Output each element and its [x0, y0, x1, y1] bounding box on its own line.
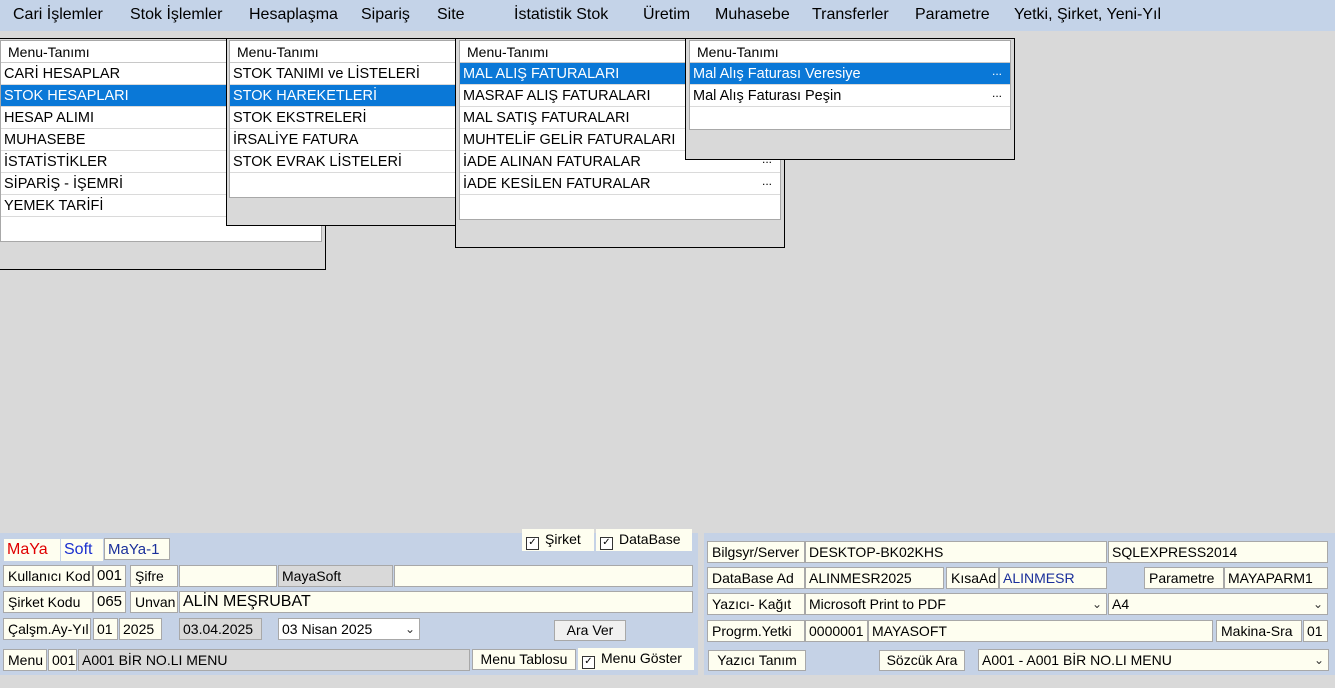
menu-transferler[interactable]: Transferler — [812, 6, 889, 24]
menu-row-iade-kesilen-faturalar[interactable]: İADE KESİLEN FATURALAR... — [460, 173, 780, 195]
checkbox-label: DataBase — [619, 531, 681, 547]
chevron-down-icon: ⌄ — [1313, 653, 1324, 667]
server-field[interactable]: DESKTOP-BK02KHS — [805, 541, 1107, 563]
menu-row-irsaliye-fatura[interactable]: İRSALİYE FATURA — [230, 129, 456, 151]
menu-row-stok-evrak-listeleri[interactable]: STOK EVRAK LİSTELERİ — [230, 151, 456, 173]
checkbox-label: Şirket — [545, 531, 581, 547]
chevron-down-icon: ⌄ — [404, 622, 415, 636]
server-label: Bilgsyr/Server — [707, 541, 805, 563]
menu-panel-4: Menu-Tanımı Mal Alış Faturası Veresiye..… — [685, 38, 1015, 160]
menu-site[interactable]: Site — [437, 6, 465, 24]
sirket-kodu-label: Şirket Kodu — [3, 591, 93, 613]
menu-bar: Cari İşlemler Stok İşlemler Hesaplaşma S… — [0, 0, 1335, 31]
menu-row-stok-hareketleri[interactable]: STOK HAREKETLERİ — [230, 85, 456, 107]
kisa-ad-field[interactable]: ALINMESR — [999, 567, 1107, 589]
menu-goster-checkbox[interactable]: ✓ Menu Göster — [578, 648, 694, 670]
parametre-field[interactable]: MAYAPARM1 — [1224, 567, 1328, 589]
kisa-ad-label: KısaAd — [946, 567, 999, 589]
menu-code-field[interactable]: 001 — [48, 649, 77, 671]
more-indicator: ... — [761, 174, 772, 188]
database-field[interactable]: ALINMESR2025 — [805, 567, 944, 589]
menu-row-label: MAL ALIŞ FATURALARI — [463, 66, 620, 82]
kullanici-kod-label: Kullanıcı Kod — [3, 565, 93, 587]
yazici-tanim-button[interactable]: Yazıcı Tanım — [708, 650, 806, 671]
sozcuk-ara-button[interactable]: Sözcük Ara — [879, 650, 965, 671]
menu-list-4: Menu-Tanımı Mal Alış Faturası Veresiye..… — [689, 40, 1011, 130]
checkbox-checked-icon: ✓ — [526, 537, 539, 550]
sql-instance-field[interactable]: SQLEXPRESS2014 — [1108, 541, 1328, 563]
menu-select[interactable]: A001 - A001 BİR NO.LI MENU ⌄ — [978, 649, 1329, 671]
menu-yetki-sirket[interactable]: Yetki, Şirket, Yeni-Yıl — [1014, 6, 1161, 24]
paper-select-value: A4 — [1112, 596, 1130, 612]
makina-sira-label: Makina-Sra — [1216, 620, 1302, 642]
unvan-label: Unvan — [130, 591, 178, 613]
menu-row-stok-tanimi[interactable]: STOK TANIMI ve LİSTELERİ — [230, 63, 456, 85]
kullanici-kod-field[interactable]: 001 — [93, 565, 126, 587]
checkbox-checked-icon: ✓ — [582, 656, 595, 669]
more-indicator: ... — [991, 64, 1002, 78]
menu-row-mal-alis-veresiye[interactable]: Mal Alış Faturası Veresiye... — [690, 63, 1010, 85]
system-info-pane: Bilgsyr/Server DESKTOP-BK02KHS SQLEXPRES… — [704, 533, 1335, 675]
brand-version: MaYa-1 — [104, 538, 170, 560]
more-indicator: ... — [991, 86, 1002, 100]
menu-row-label: MASRAF ALIŞ FATURALARI — [463, 88, 651, 104]
menu-row-label: İADE KESİLEN FATURALAR — [463, 176, 651, 192]
brand-maya: MaYa — [4, 539, 60, 561]
checkbox-label: Menu Göster — [601, 650, 682, 666]
date-picker[interactable]: 03 Nisan 2025 ⌄ — [278, 618, 420, 640]
menu-row-label: Mal Alış Faturası Veresiye — [693, 66, 861, 82]
printer-select[interactable]: Microsoft Print to PDF ⌄ — [805, 593, 1107, 615]
menu-row-label: MUHTELİF GELİR FATURALARI — [463, 132, 676, 148]
menu-muhasebe[interactable]: Muhasebe — [715, 6, 790, 24]
menu-tablosu-button[interactable]: Menu Tablosu — [472, 649, 576, 670]
calisma-ay-field[interactable]: 01 — [93, 618, 118, 640]
menu-panel-2: Menu-Tanımı STOK TANIMI ve LİSTELERİ STO… — [226, 38, 460, 226]
sirket-checkbox[interactable]: ✓ Şirket — [522, 529, 594, 551]
brand-soft: Soft — [61, 539, 103, 561]
paper-select[interactable]: A4 ⌄ — [1108, 593, 1328, 615]
calisma-ay-yil-label: Çalşm.Ay-Yıl — [3, 618, 91, 640]
printer-label: Yazıcı- Kağıt — [707, 593, 805, 615]
date-picker-value: 03 Nisan 2025 — [282, 621, 373, 637]
date-field: 03.04.2025 — [179, 618, 262, 640]
unvan-field[interactable]: ALİN MEŞRUBAT — [179, 591, 693, 613]
program-yetki-code[interactable]: 0000001 — [805, 620, 868, 642]
menu-uretim[interactable]: Üretim — [643, 6, 690, 24]
parametre-label: Parametre — [1144, 567, 1224, 589]
checkbox-checked-icon: ✓ — [600, 537, 613, 550]
menu-label: Menu — [3, 649, 47, 671]
sifre-label: Şifre — [130, 565, 178, 587]
database-checkbox[interactable]: ✓ DataBase — [596, 529, 692, 551]
calisma-yil-field[interactable]: 2025 — [119, 618, 162, 640]
menu-row-mal-alis-pesin[interactable]: Mal Alış Faturası Peşin... — [690, 85, 1010, 107]
menu-stok-islemler[interactable]: Stok İşlemler — [130, 6, 222, 24]
menu-cari-islemler[interactable]: Cari İşlemler — [13, 6, 103, 24]
menu-header: Menu-Tanımı — [690, 41, 1010, 63]
makina-sira-field[interactable]: 01 — [1303, 620, 1328, 642]
printer-select-value: Microsoft Print to PDF — [809, 596, 946, 612]
menu-list-2: Menu-Tanımı STOK TANIMI ve LİSTELERİ STO… — [229, 40, 457, 198]
user-extra-field[interactable] — [394, 565, 693, 587]
sifre-field[interactable] — [179, 565, 277, 587]
menu-name-field: A001 BİR NO.LI MENU — [78, 649, 470, 671]
menu-row-label: Mal Alış Faturası Peşin — [693, 88, 842, 104]
menu-row-label: İADE ALINAN FATURALAR — [463, 154, 641, 170]
user-info-pane: MaYa Soft MaYa-1 ✓ Şirket ✓ DataBase Kulla… — [0, 529, 698, 675]
menu-siparis[interactable]: Sipariş — [361, 6, 410, 24]
menu-parametre[interactable]: Parametre — [915, 6, 990, 24]
program-yetki-name[interactable]: MAYASOFT — [868, 620, 1213, 642]
chevron-down-icon: ⌄ — [1312, 597, 1323, 611]
database-label: DataBase Ad — [707, 567, 805, 589]
chevron-down-icon: ⌄ — [1091, 597, 1102, 611]
menu-select-value: A001 - A001 BİR NO.LI MENU — [982, 652, 1172, 668]
ara-ver-button[interactable]: Ara Ver — [554, 620, 626, 641]
menu-istatistik-stok[interactable]: İstatistik Stok — [514, 6, 608, 24]
user-name-field: MayaSoft — [278, 565, 393, 587]
menu-header: Menu-Tanımı — [230, 41, 456, 63]
menu-row-label: MAL SATIŞ FATURALARI — [463, 110, 630, 126]
program-yetki-label: Progrm.Yetki — [707, 620, 805, 642]
menu-hesaplasma[interactable]: Hesaplaşma — [249, 6, 338, 24]
menu-row-stok-ekstreleri[interactable]: STOK EKSTRELERİ — [230, 107, 456, 129]
sirket-kodu-field[interactable]: 065 — [93, 591, 126, 613]
